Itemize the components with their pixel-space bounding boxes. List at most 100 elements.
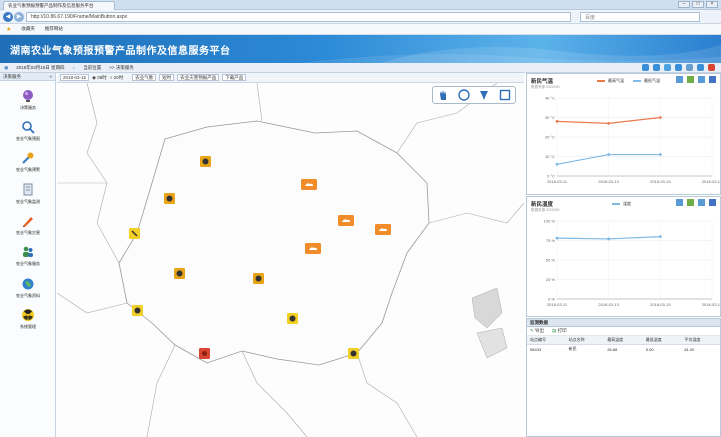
bar-chart-icon[interactable] (687, 76, 694, 83)
weather-marker[interactable] (174, 268, 185, 279)
sidebar-item-service[interactable]: 农业气象服务 (0, 245, 56, 267)
legend-humidity: 湿度 (623, 201, 631, 206)
print-label: 打印 (557, 328, 567, 333)
favorites-link[interactable]: 收藏夹 (21, 26, 35, 32)
globe-icon (23, 90, 33, 102)
x-tick-label: 2018-03-15 (650, 302, 671, 307)
breadcrumb: >> 决策服务 (109, 64, 134, 70)
weather-marker[interactable] (199, 348, 210, 359)
data-point (555, 120, 559, 123)
map-view[interactable] (57, 83, 524, 437)
print-button[interactable]: ▤ 打印 (552, 328, 567, 334)
bar-chart-icon[interactable] (687, 199, 694, 206)
weather-marker[interactable] (200, 156, 211, 167)
weather-marker[interactable] (253, 273, 264, 284)
location-label: 当前位置 (83, 64, 102, 70)
recommended-link[interactable]: 推荐网站 (45, 26, 63, 32)
app-title: 湖南农业气象预报预警产品制作及信息服务平台 (10, 46, 231, 57)
sidebar-item-system[interactable]: 系统管理 (0, 308, 56, 330)
forward-arrow-icon[interactable] (653, 64, 660, 71)
x-tick-label: 2018-03-13 (598, 179, 619, 184)
back-arrow-icon[interactable] (642, 64, 649, 71)
sidebar-header: 决策服务 « (0, 73, 55, 81)
export-button[interactable]: ✎ 导出 (530, 328, 544, 334)
map-tools (432, 86, 516, 104)
home-nav-icon[interactable] (675, 64, 682, 71)
weather-marker[interactable] (348, 348, 359, 359)
sidebar-item-disaster[interactable]: 农业气象灾害 (0, 214, 56, 236)
search-input[interactable]: 百度 (580, 12, 700, 22)
close-button[interactable]: × (706, 1, 718, 8)
table-icon[interactable] (698, 76, 705, 83)
table-cell: 81.00 (684, 346, 695, 352)
map-toolbar: 2018-03-15 ◉ 08时 ○ 20时 农业气象 短时 农业灾害预报产品 … (57, 73, 524, 83)
window-controls: – □ × (678, 1, 718, 8)
sidebar-item-label: 农业气象预警 (16, 167, 40, 172)
print-icon[interactable] (686, 64, 693, 71)
humidity-panel: 新民湿度 数据来源 5320000 湿度 0 % 25 % 50 % 75 % 100 … (526, 196, 721, 317)
circle-tool-icon[interactable] (457, 88, 471, 102)
weather-marker[interactable] (301, 179, 317, 190)
legend-max: 最高气温 (608, 78, 624, 83)
line-chart-icon[interactable] (676, 76, 683, 83)
neighbour-boundary (356, 352, 418, 437)
sidebar-item-monitor[interactable]: 农业气象监测 (0, 183, 56, 205)
collapse-icon[interactable]: « (49, 74, 52, 79)
search-icon[interactable] (697, 64, 704, 71)
weather-marker[interactable] (305, 243, 321, 254)
weather-marker[interactable] (375, 224, 391, 235)
temperature-chart-subtitle: 数据来源 5320000 (531, 85, 560, 89)
maximize-button[interactable]: □ (692, 1, 704, 8)
exit-icon[interactable] (708, 64, 715, 71)
address-bar: ◀ ▶ http://10.86.67.190/Frame/MainButton… (0, 10, 721, 24)
y-tick-label: 20 °C (545, 135, 555, 140)
sidebar-item-label: 系统管理 (20, 324, 36, 329)
toolbar-button-disaster[interactable]: 农业灾害预报产品 (177, 74, 220, 81)
table-header-row: 站点编号 站点名称 最高温度 最低温度 平均湿度 (527, 336, 720, 345)
option-20[interactable]: ○ 20时 (110, 75, 123, 81)
toolbar-button-agri[interactable]: 农业气象 (132, 74, 157, 81)
sidebar-item-decision[interactable]: 决策服务 (0, 89, 56, 111)
export-icon[interactable] (709, 76, 716, 83)
document-icon (23, 183, 33, 196)
data-table-header: 监测数据 (527, 319, 720, 327)
y-tick-label: 25 % (546, 277, 556, 282)
weather-marker[interactable] (338, 215, 354, 226)
browser-tab[interactable]: 农业气象预报预警产品制作及信息服务平台 (3, 1, 115, 10)
table-icon[interactable] (698, 199, 705, 206)
neighbour-boundary (57, 292, 128, 314)
x-tick-label: 2018-03-17 (702, 179, 720, 184)
toolbar-button-download[interactable]: 下载产品 (222, 74, 247, 81)
weather-marker[interactable] (132, 305, 143, 316)
forward-button[interactable]: ▶ (14, 12, 24, 22)
sidebar-item-warning[interactable]: 农业气象预警 (0, 151, 56, 173)
y-tick-label: 50 % (546, 258, 556, 263)
temperature-panel-icons (676, 76, 716, 83)
data-point (658, 153, 662, 156)
weather-marker[interactable] (129, 228, 140, 239)
x-tick-label: 2018-03-17 (702, 302, 720, 307)
back-button[interactable]: ◀ (3, 12, 13, 22)
column-header: 最低温度 (642, 336, 682, 345)
toolbar-button-short[interactable]: 短时 (159, 74, 175, 81)
neighbour-boundary (256, 83, 263, 122)
sidebar-item-label: 农业气象服务 (16, 261, 40, 266)
data-table-panel: 监测数据 ✎ 导出 ▤ 打印 站点编号 站点名称 最高温度 最低温度 平均湿度 … (526, 318, 721, 437)
info-bar: ▣ 2018年03月15日 星期四 ⌂ 当前位置 >> 决策服务 (0, 63, 721, 73)
weather-marker[interactable] (164, 193, 175, 204)
table-row[interactable]: 58433 新民 28.88 5.00 81.00 (527, 345, 720, 354)
hand-tool-icon[interactable] (436, 88, 450, 102)
top-right-icons (642, 64, 715, 71)
sidebar-item-data[interactable]: 农业气象资料 (0, 277, 56, 299)
minimize-button[interactable]: – (678, 1, 690, 8)
refresh-icon[interactable] (664, 64, 671, 71)
sidebar-item-forecast[interactable]: 农业气象预报 (0, 120, 56, 142)
option-08[interactable]: ◉ 08时 (92, 75, 107, 81)
weather-marker[interactable] (287, 313, 298, 324)
export-icon[interactable] (709, 199, 716, 206)
square-tool-icon[interactable] (498, 88, 512, 102)
date-selector[interactable]: 2018-03-15 (60, 74, 90, 81)
pin-tool-icon[interactable] (477, 88, 491, 102)
line-chart-icon[interactable] (676, 199, 683, 206)
url-input[interactable]: http://10.86.67.190/Frame/MainButton.asp… (26, 12, 571, 22)
